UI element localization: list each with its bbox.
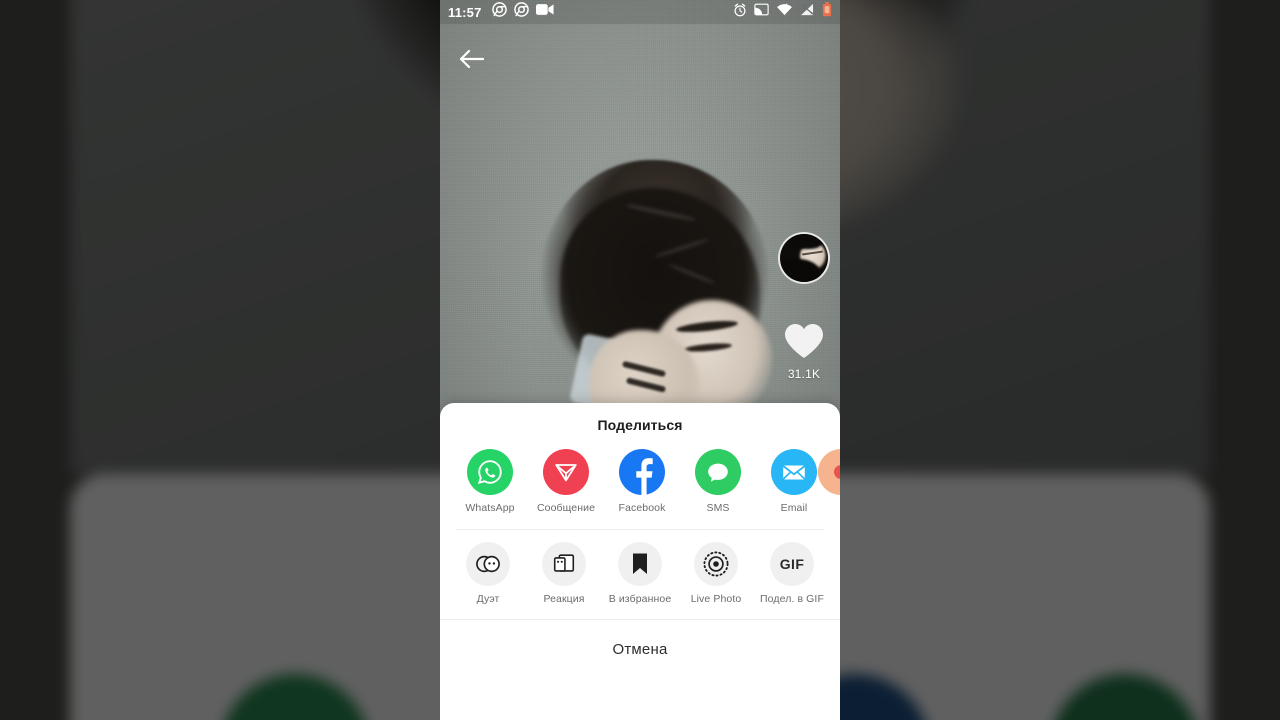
reaction-icon (542, 541, 586, 586)
phone-screen: 11:57 x 31.1K Поделиться WhatsApp Сообще… (440, 0, 840, 720)
chrome-icon (513, 2, 529, 22)
action-duet[interactable]: Дуэт (452, 541, 524, 606)
action-share-gif[interactable]: GIF Подел. в GIF (756, 541, 828, 606)
heart-icon (783, 322, 825, 365)
duet-icon (466, 541, 510, 586)
action-favorite[interactable]: В избранное (604, 541, 676, 606)
alarm-clock-icon (733, 3, 747, 22)
screen-root: 11:57 x 31.1K Поделиться WhatsApp Сообще… (0, 0, 1280, 720)
action-label: Live Photo (690, 592, 742, 605)
sms-icon (695, 449, 741, 495)
status-bar-clock: 11:57 (448, 4, 482, 20)
status-bar: 11:57 x (440, 0, 840, 24)
share-option-sms[interactable]: SMS (682, 449, 754, 515)
share-option-label: Сообщение (536, 502, 596, 514)
action-label: Подел. в GIF (760, 592, 824, 605)
share-option-label: SMS (706, 502, 730, 514)
cancel-button[interactable]: Отмена (440, 620, 840, 678)
share-option-label: Email (780, 502, 808, 514)
share-sheet-title: Поделиться (597, 417, 683, 433)
share-apps-row: WhatsApp Сообщение Facebook SMS Email (440, 433, 840, 515)
facebook-icon (619, 449, 665, 495)
video-action-rail: 31.1K (776, 232, 832, 381)
gif-icon: GIF (770, 541, 814, 586)
live-photo-icon (694, 541, 738, 586)
share-option-label: Facebook (618, 502, 666, 514)
wifi-icon (776, 3, 793, 21)
action-label: Реакция (543, 592, 585, 605)
email-icon (771, 449, 817, 495)
share-option-email[interactable]: Email (758, 449, 830, 515)
profile-avatar[interactable] (778, 232, 830, 284)
bookmark-icon (618, 541, 662, 586)
action-label: В избранное (608, 592, 672, 605)
share-option-direct-message[interactable]: Сообщение (530, 449, 602, 515)
battery-icon (822, 2, 832, 22)
whatsapp-icon (467, 449, 513, 495)
like-button[interactable]: 31.1K (783, 322, 825, 381)
cast-icon (754, 3, 769, 21)
tiktok-direct-message-icon (543, 449, 589, 495)
back-button[interactable] (454, 44, 488, 78)
share-actions-row: Дуэт Реакция В избранное Live Photo GIF … (440, 530, 840, 606)
action-reaction[interactable]: Реакция (528, 541, 600, 606)
video-camera-icon (535, 3, 554, 21)
action-label: Дуэт (476, 592, 500, 605)
share-option-whatsapp[interactable]: WhatsApp (454, 449, 526, 515)
back-arrow-icon (458, 48, 485, 75)
peach-share-dot (834, 465, 840, 479)
action-live-photo[interactable]: Live Photo (680, 541, 752, 606)
gif-label: GIF (779, 555, 805, 572)
chrome-icon (491, 2, 507, 22)
share-option-facebook[interactable]: Facebook (606, 449, 678, 515)
share-option-label: WhatsApp (465, 502, 515, 514)
share-sheet: Поделиться WhatsApp Сообщение Facebook S… (440, 403, 840, 720)
signal-no-sim-icon: x (800, 3, 815, 21)
like-count: 31.1K (787, 367, 821, 381)
